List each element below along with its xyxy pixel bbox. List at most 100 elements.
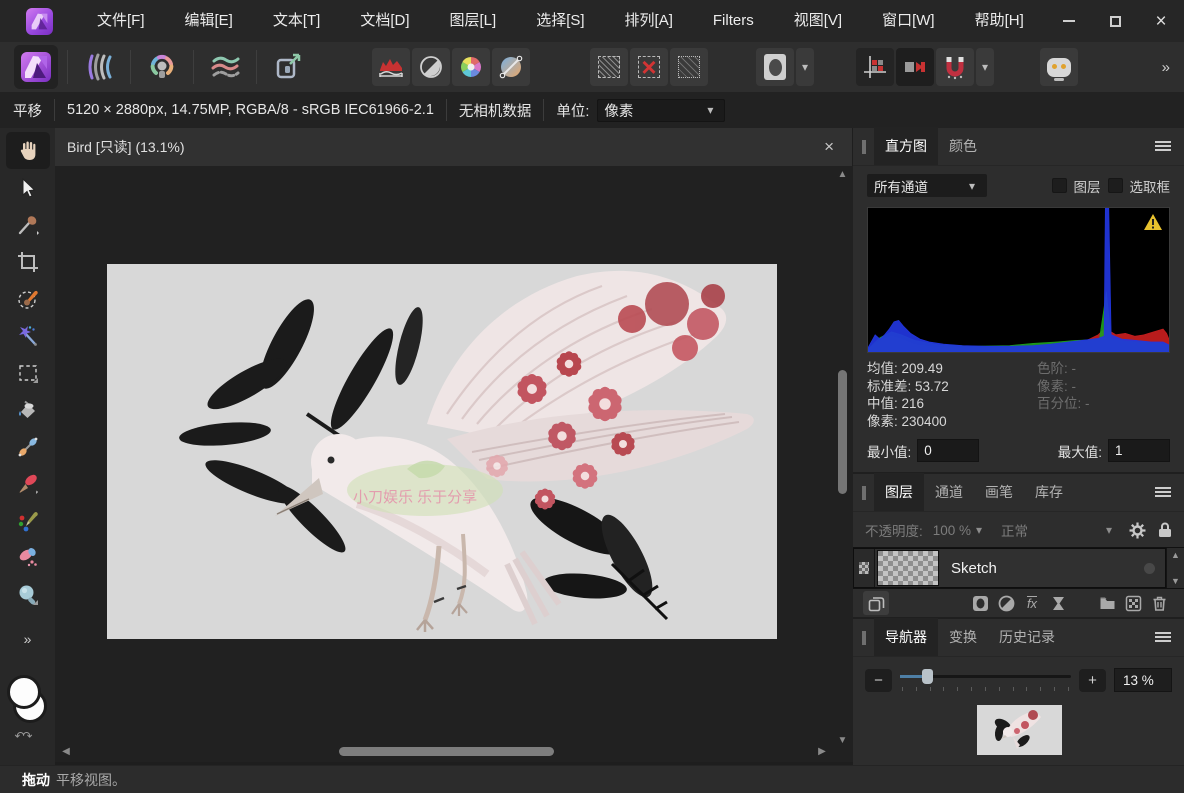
layer-settings-gear-icon[interactable]	[1129, 522, 1146, 539]
navigator-thumbnail[interactable]	[977, 705, 1062, 755]
menu-filters[interactable]: Filters	[693, 0, 774, 42]
toolbar-overflow-button[interactable]: »	[1162, 59, 1170, 76]
scroll-down-icon[interactable]: ▼	[835, 734, 850, 748]
layer-effects-button[interactable]: fx	[1019, 591, 1045, 615]
channel-select[interactable]: 所有通道 ▾	[867, 174, 987, 197]
max-input[interactable]	[1108, 439, 1170, 462]
tab-stock[interactable]: 库存	[1024, 473, 1074, 511]
menu-arrange[interactable]: 排列[A]	[605, 0, 693, 42]
live-filter-button[interactable]	[1045, 591, 1071, 615]
panel-drag-handle[interactable]	[862, 140, 866, 154]
export-persona-button[interactable]	[266, 45, 310, 89]
paint-brush-tool-button[interactable]	[6, 465, 50, 502]
maximize-button[interactable]	[1092, 0, 1138, 42]
marquee-checkbox[interactable]	[1108, 178, 1123, 193]
minimize-button[interactable]	[1046, 0, 1092, 42]
menu-file[interactable]: 文件[F]	[77, 0, 165, 42]
scroll-up-icon[interactable]: ▲	[1171, 550, 1180, 560]
layer-visibility-dot[interactable]	[1144, 563, 1155, 574]
view-tool-button[interactable]	[6, 132, 50, 169]
layer-checkbox[interactable]	[1052, 178, 1067, 193]
zoom-slider[interactable]	[900, 667, 1071, 693]
opacity-value[interactable]: 100 %	[933, 523, 971, 538]
vertical-scroll-thumb[interactable]	[838, 370, 847, 494]
menu-window[interactable]: 窗口[W]	[862, 0, 955, 42]
layer-grip[interactable]	[854, 549, 875, 587]
panel-menu-icon[interactable]	[1155, 139, 1171, 153]
menu-select[interactable]: 选择[S]	[516, 0, 604, 42]
zoom-slider-handle[interactable]	[922, 669, 933, 684]
layer-lock-icon[interactable]	[1158, 522, 1172, 538]
photo-persona-button[interactable]	[14, 45, 58, 89]
tab-brushes[interactable]: 画笔	[974, 473, 1024, 511]
delete-layer-button[interactable]	[1146, 591, 1172, 615]
document-canvas[interactable]: 小刀娱乐 乐于分享	[107, 264, 777, 639]
menu-edit[interactable]: 编辑[E]	[165, 0, 253, 42]
histogram-chart[interactable]	[867, 207, 1170, 353]
adjustment-layer-button[interactable]	[993, 591, 1019, 615]
menu-text[interactable]: 文本[T]	[253, 0, 341, 42]
tab-channels[interactable]: 通道	[924, 473, 974, 511]
colour-replacement-brush-tool-button[interactable]	[6, 502, 50, 539]
horizontal-scroll-thumb[interactable]	[339, 747, 554, 756]
group-layers-button[interactable]	[1094, 591, 1120, 615]
marquee-tool-button[interactable]	[6, 354, 50, 391]
tab-layers[interactable]: 图层	[874, 473, 924, 511]
menu-help[interactable]: 帮助[H]	[955, 0, 1044, 42]
scroll-right-icon[interactable]: ▶	[815, 744, 829, 759]
zoom-out-button[interactable]: −	[865, 669, 892, 692]
layers-scrollbar[interactable]: ▲ ▼	[1166, 548, 1184, 588]
develop-persona-button[interactable]	[140, 45, 184, 89]
chevron-down-icon[interactable]: ▾	[1101, 523, 1117, 537]
snapping-dropdown[interactable]: ▾	[976, 48, 994, 86]
tab-colour[interactable]: 颜色	[938, 127, 988, 165]
mask-preview-dropdown[interactable]: ▾	[796, 48, 814, 86]
zoom-in-button[interactable]: +	[1079, 669, 1106, 692]
scroll-down-icon[interactable]: ▼	[1171, 576, 1180, 586]
flood-fill-tool-button[interactable]	[6, 391, 50, 428]
duplicate-layer-button[interactable]	[863, 591, 889, 615]
layer-thumbnail[interactable]	[877, 550, 939, 586]
document-close-icon[interactable]: ×	[824, 137, 840, 157]
zoom-value-field[interactable]: 13 %	[1114, 668, 1172, 692]
auto-contrast-button[interactable]	[412, 48, 450, 86]
mask-preview-button[interactable]	[756, 48, 794, 86]
gradient-tool-button[interactable]	[6, 428, 50, 465]
new-pixel-layer-button[interactable]	[1120, 591, 1146, 615]
scroll-left-icon[interactable]: ◀	[59, 744, 73, 759]
force-pixel-alignment-button[interactable]	[856, 48, 894, 86]
unit-select[interactable]: 像素 ▾	[597, 99, 725, 122]
tonemapping-persona-button[interactable]	[203, 45, 247, 89]
liquify-persona-button[interactable]	[77, 45, 121, 89]
menu-document[interactable]: 文档[D]	[340, 0, 429, 42]
foreground-colour-swatch[interactable]	[7, 675, 41, 709]
assistant-button[interactable]	[1040, 48, 1078, 86]
tab-histogram[interactable]: 直方图	[874, 127, 938, 165]
vertical-scrollbar[interactable]: ▲ ▼	[835, 168, 850, 748]
auto-colors-button[interactable]	[452, 48, 490, 86]
panel-drag-handle[interactable]	[862, 486, 866, 500]
warning-icon[interactable]	[1143, 213, 1163, 231]
swap-colours-icon[interactable]: ↶↷	[15, 729, 31, 743]
auto-levels-button[interactable]	[372, 48, 410, 86]
document-tab[interactable]: Bird [只读] (13.1%) ×	[55, 128, 853, 166]
scroll-up-icon[interactable]: ▲	[835, 168, 850, 182]
panel-menu-icon[interactable]	[1155, 485, 1171, 499]
select-all-button[interactable]	[590, 48, 628, 86]
selection-brush-tool-button[interactable]	[6, 280, 50, 317]
mask-layer-button[interactable]	[967, 591, 993, 615]
layer-row-sketch[interactable]: Sketch	[853, 548, 1166, 588]
move-by-whole-pixels-button[interactable]	[896, 48, 934, 86]
tools-expand-button[interactable]: »	[24, 631, 32, 647]
canvas-viewport[interactable]: 小刀娱乐 乐于分享 ▲ ▼ ◀ ▶	[55, 166, 853, 762]
snapping-button[interactable]	[936, 48, 974, 86]
crop-tool-button[interactable]	[6, 243, 50, 280]
tab-history[interactable]: 历史记录	[988, 618, 1066, 656]
close-button[interactable]: ×	[1138, 0, 1184, 42]
zoom-tool-button[interactable]	[6, 576, 50, 613]
blend-mode-value[interactable]: 正常	[1001, 520, 1028, 540]
panel-drag-handle[interactable]	[862, 631, 866, 645]
menu-layer[interactable]: 图层[L]	[430, 0, 517, 42]
chevron-down-icon[interactable]: ▾	[971, 523, 987, 537]
invert-selection-button[interactable]	[670, 48, 708, 86]
